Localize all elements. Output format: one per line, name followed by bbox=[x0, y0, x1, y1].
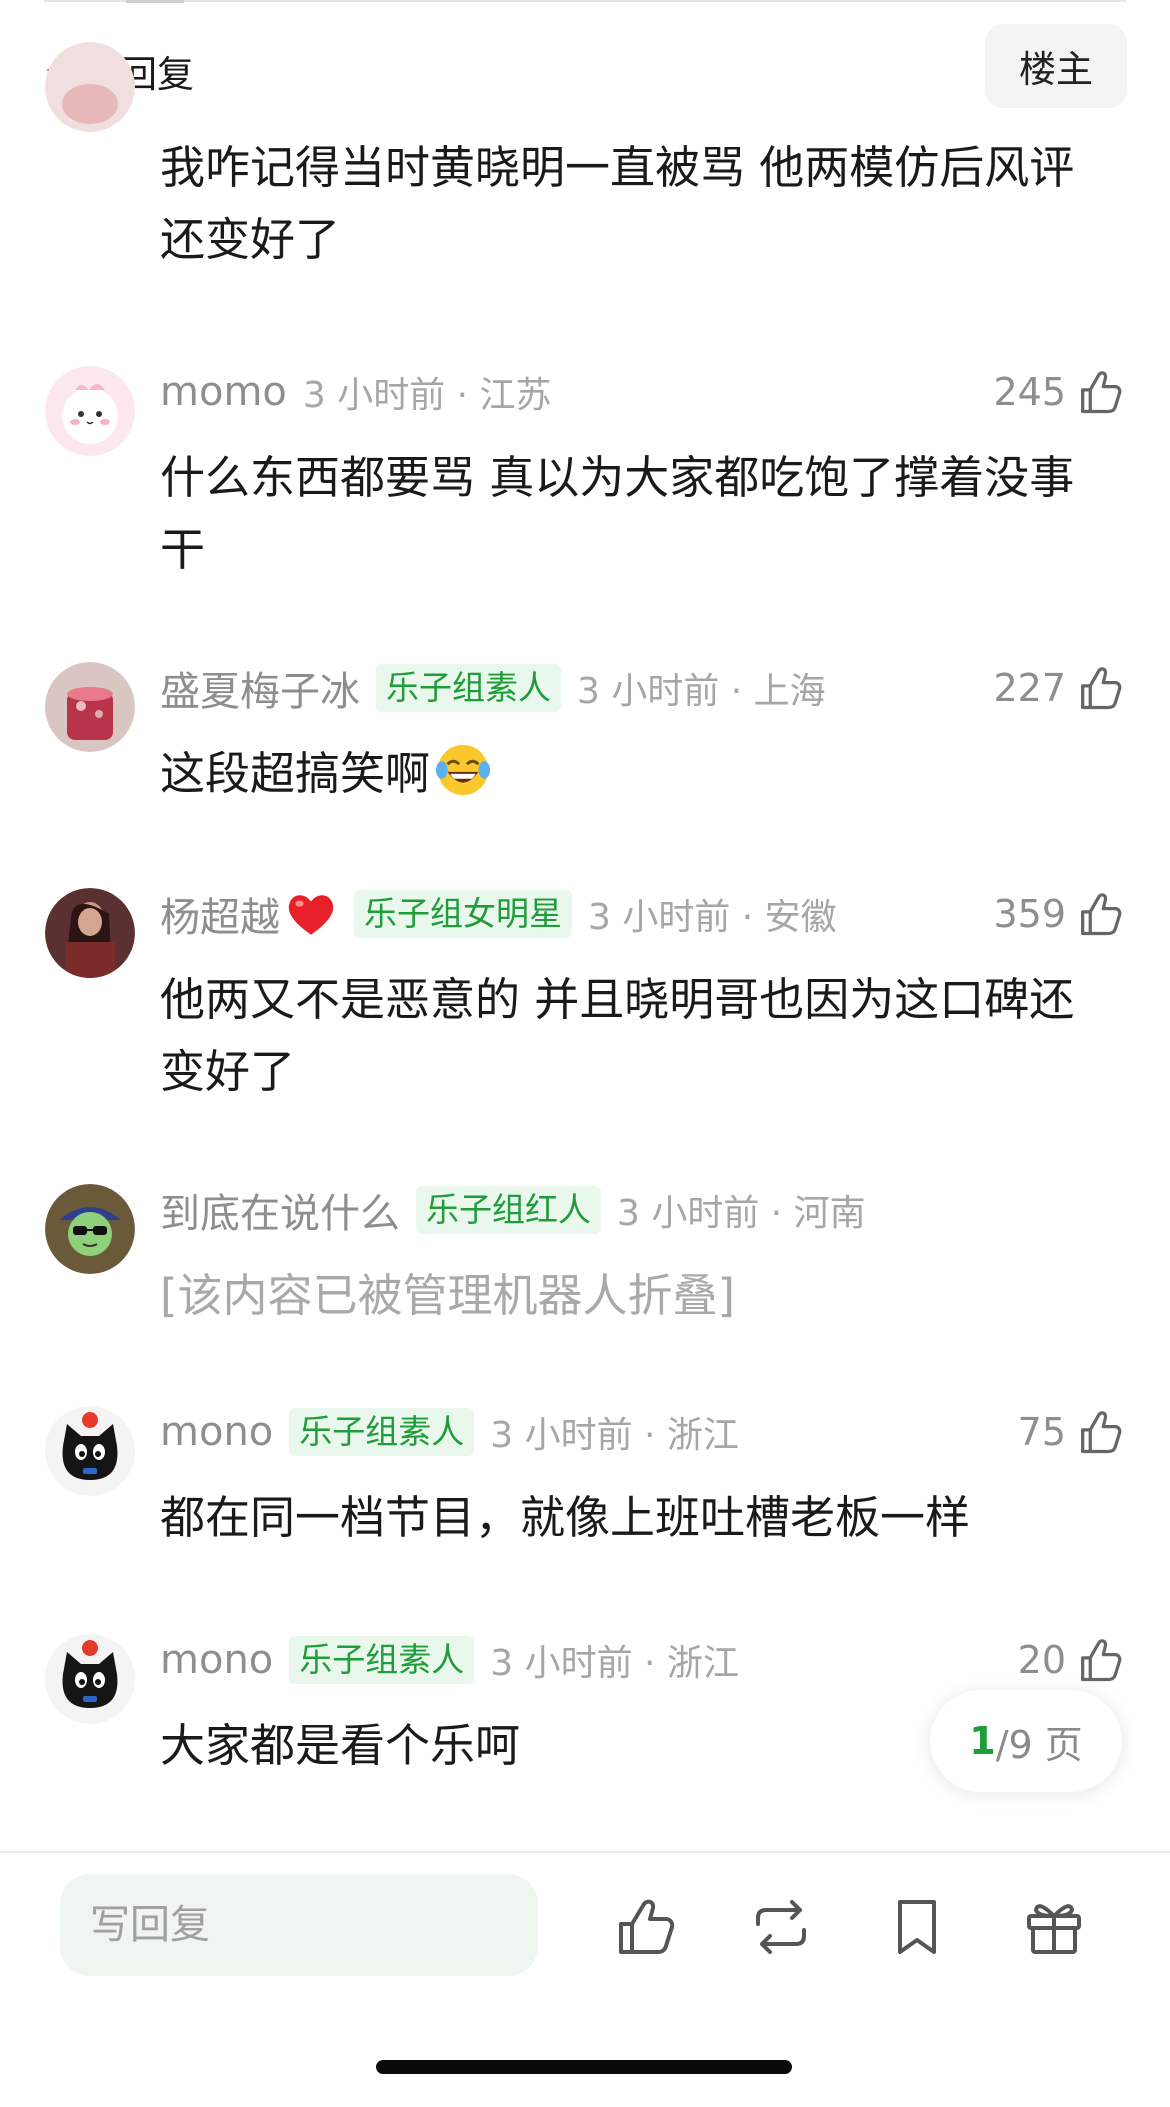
top-tab-indicator bbox=[126, 0, 184, 3]
username[interactable]: mono bbox=[160, 1637, 273, 1683]
avatar[interactable] bbox=[45, 366, 135, 456]
comment-meta: 杨超越 乐子组女明星 3 小时前 · 安徽 bbox=[160, 885, 837, 943]
avatar[interactable] bbox=[45, 1184, 135, 1274]
time-location: 3 小时前 · 浙江 bbox=[490, 1415, 739, 1456]
time-location: 3 小时前 · 上海 bbox=[577, 671, 826, 712]
total-pages: /9 页 bbox=[995, 1722, 1083, 1767]
current-page: 1 bbox=[969, 1719, 996, 1763]
thumbs-up-icon bbox=[1081, 1639, 1122, 1682]
username[interactable]: 杨超越 bbox=[160, 885, 280, 943]
like-count: 359 bbox=[993, 892, 1066, 936]
page-indicator[interactable]: 1/9 页 bbox=[930, 1690, 1122, 1792]
like-button[interactable]: 227 bbox=[993, 662, 1126, 714]
thumbs-up-icon[interactable] bbox=[611, 1892, 681, 1962]
like-count: 227 bbox=[993, 666, 1066, 710]
time-location: 3 小时前 · 江苏 bbox=[302, 375, 552, 416]
bottom-divider bbox=[0, 1851, 1170, 1853]
username[interactable]: momo bbox=[160, 369, 287, 415]
like-button[interactable]: 75 bbox=[1018, 1406, 1126, 1458]
comment-meta: 盛夏梅子冰 乐子组素人 3 小时前 · 上海 bbox=[160, 659, 826, 717]
comment-text-content: 这段超搞笑啊 bbox=[160, 747, 431, 800]
reply-input[interactable] bbox=[60, 1874, 538, 1976]
username[interactable]: 盛夏梅子冰 bbox=[160, 659, 360, 717]
like-count: 75 bbox=[1017, 1410, 1066, 1454]
thumbs-up-icon bbox=[1081, 667, 1122, 710]
user-badge: 乐子组素人 bbox=[289, 1408, 475, 1456]
red-heart-icon bbox=[288, 895, 334, 935]
avatar[interactable] bbox=[45, 42, 135, 132]
like-button[interactable]: 245 bbox=[993, 366, 1126, 418]
comment-meta: mono 乐子组素人 3 小时前 · 浙江 bbox=[160, 1634, 739, 1686]
repost-icon[interactable] bbox=[746, 1892, 816, 1962]
thumbs-up-icon bbox=[1081, 371, 1122, 414]
time-location: 3 小时前 · 浙江 bbox=[490, 1643, 739, 1684]
like-count: 20 bbox=[1017, 1638, 1066, 1682]
comment-text: 这段超搞笑啊 bbox=[160, 738, 1100, 810]
user-badge: 乐子组红人 bbox=[416, 1186, 601, 1234]
avatar[interactable] bbox=[45, 1634, 135, 1724]
user-badge: 乐子组素人 bbox=[289, 1636, 475, 1684]
avatar[interactable] bbox=[45, 662, 135, 752]
comment-meta: mono 乐子组素人 3 小时前 · 浙江 bbox=[160, 1406, 739, 1458]
time-location: 3 小时前 · 河南 bbox=[617, 1193, 866, 1234]
laughing-tears-emoji bbox=[435, 744, 491, 796]
comment-text: 我咋记得当时黄晓明一直被骂 他两模仿后风评还变好了 bbox=[160, 141, 1075, 266]
home-indicator[interactable] bbox=[376, 2060, 792, 2074]
gift-icon[interactable] bbox=[1019, 1892, 1089, 1962]
comment-text: 他两又不是恶意的 并且晓明哥也因为这口碑还变好了 bbox=[160, 973, 1075, 1098]
user-badge: 乐子组女明星 bbox=[354, 890, 572, 938]
username[interactable]: 到底在说什么 bbox=[160, 1181, 400, 1239]
username[interactable]: mono bbox=[160, 1409, 273, 1455]
user-badge: 乐子组素人 bbox=[376, 664, 561, 712]
comment-meta: momo 3 小时前 · 江苏 bbox=[160, 366, 552, 418]
like-button[interactable]: 359 bbox=[993, 888, 1126, 940]
comment-text: 什么东西都要骂 真以为大家都吃饱了撑着没事干 bbox=[160, 451, 1075, 576]
op-only-button[interactable]: 楼主 bbox=[985, 24, 1127, 108]
time-location: 3 小时前 · 安徽 bbox=[588, 897, 837, 938]
top-divider bbox=[44, 0, 1126, 2]
thumbs-up-icon bbox=[1081, 1411, 1122, 1454]
thumbs-up-icon bbox=[1081, 893, 1122, 936]
comment-meta: 到底在说什么 乐子组红人 3 小时前 · 河南 bbox=[160, 1181, 866, 1239]
folded-notice[interactable]: [该内容已被管理机器人折叠] bbox=[160, 1260, 1100, 1332]
avatar[interactable] bbox=[45, 888, 135, 978]
like-count: 245 bbox=[993, 370, 1066, 414]
like-button[interactable]: 20 bbox=[1018, 1634, 1126, 1686]
bookmark-icon[interactable] bbox=[882, 1892, 952, 1962]
comment-text: 都在同一档节目，就像上班吐槽老板一样 bbox=[160, 1491, 971, 1544]
comment-page: 全部回复 楼主 我咋记得当时黄晓明一直被骂 他两模仿后风评还变好了 bbox=[0, 0, 1170, 2107]
avatar[interactable] bbox=[45, 1406, 135, 1496]
